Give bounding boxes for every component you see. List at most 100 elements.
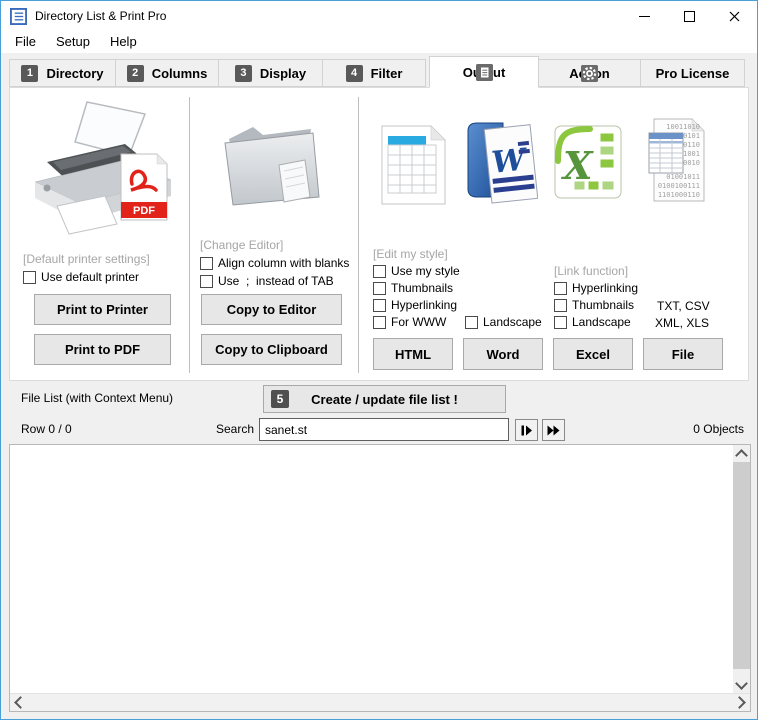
- hyperlinking-checkbox[interactable]: Hyperlinking: [373, 298, 457, 312]
- checkbox-label: Thumbnails: [572, 298, 634, 312]
- step-number-badge: 5: [271, 390, 289, 408]
- checkbox-box[interactable]: [554, 299, 567, 312]
- checkbox-label: Use default printer: [41, 270, 139, 284]
- tab-action[interactable]: Action: [539, 59, 641, 87]
- checkbox-label: Landscape: [572, 315, 631, 329]
- scroll-down-button[interactable]: [733, 677, 750, 694]
- vertical-scrollbar[interactable]: [733, 445, 750, 694]
- print-to-printer-button[interactable]: Print to Printer: [34, 294, 171, 325]
- checkbox-label: Thumbnails: [391, 281, 453, 295]
- checkbox-box[interactable]: [373, 265, 386, 278]
- html-button[interactable]: HTML: [373, 338, 453, 370]
- menu-file[interactable]: File: [5, 31, 46, 53]
- menu-bar: File Setup Help: [1, 31, 757, 53]
- edit-my-style-hint: [Edit my style]: [373, 247, 448, 261]
- checkbox-label: Landscape: [483, 315, 542, 329]
- for-www-checkbox[interactable]: For WWW: [373, 315, 446, 329]
- folder-icon: [213, 111, 331, 215]
- search-all-button[interactable]: [542, 419, 565, 441]
- close-button[interactable]: [712, 1, 757, 31]
- excel-document-icon: X: [550, 121, 626, 203]
- tab-pro-license[interactable]: Pro License: [641, 59, 745, 87]
- scroll-left-button[interactable]: [10, 694, 27, 711]
- checkbox-box[interactable]: [554, 282, 567, 295]
- use-semicolon-checkbox[interactable]: Use ; instead of TAB: [200, 274, 334, 288]
- minimize-icon: [639, 16, 650, 17]
- checkbox-label: Use ; instead of TAB: [218, 274, 334, 288]
- checkbox-box[interactable]: [373, 299, 386, 312]
- horizontal-scrollbar[interactable]: [10, 693, 750, 711]
- chevron-right-icon: [733, 696, 746, 709]
- svg-text:PDF: PDF: [133, 205, 155, 217]
- chevron-up-icon: [735, 449, 748, 462]
- link-hyperlinking-checkbox[interactable]: Hyperlinking: [554, 281, 638, 295]
- checkbox-box[interactable]: [373, 282, 386, 295]
- formats-txt-csv: TXT, CSV: [657, 299, 710, 313]
- tab-display[interactable]: 3 Display: [219, 59, 323, 87]
- link-thumbnails-checkbox[interactable]: Thumbnails: [554, 298, 634, 312]
- tab-output[interactable]: Output: [429, 56, 539, 88]
- tab-columns[interactable]: 2 Columns: [116, 59, 219, 87]
- search-label: Search: [209, 422, 254, 436]
- menu-setup[interactable]: Setup: [46, 31, 100, 53]
- checkbox-box[interactable]: [465, 316, 478, 329]
- table-document-icon: [379, 123, 449, 207]
- svg-text:0100100111: 0100100111: [658, 182, 700, 190]
- window-title: Directory List & Print Pro: [35, 9, 166, 23]
- section-divider: [358, 97, 359, 373]
- checkbox-box[interactable]: [373, 316, 386, 329]
- copy-to-editor-button[interactable]: Copy to Editor: [201, 294, 342, 325]
- maximize-button[interactable]: [667, 1, 712, 31]
- print-to-pdf-button[interactable]: Print to PDF: [34, 334, 171, 365]
- link-function-hint: [Link function]: [554, 264, 628, 278]
- checkbox-label: For WWW: [391, 315, 446, 329]
- use-my-style-checkbox[interactable]: Use my style: [373, 264, 460, 278]
- checkbox-box[interactable]: [200, 275, 213, 288]
- app-list-icon: [10, 8, 27, 25]
- thumbnails-checkbox[interactable]: Thumbnails: [373, 281, 453, 295]
- tab-number-badge: 1: [21, 65, 38, 82]
- svg-text:1101000110: 1101000110: [658, 191, 700, 199]
- checkbox-box[interactable]: [23, 271, 36, 284]
- document-icon: [476, 64, 493, 81]
- vertical-scrollbar-thumb[interactable]: [733, 462, 750, 669]
- tab-filter[interactable]: 4 Filter: [323, 59, 426, 87]
- tab-label: Directory: [46, 66, 103, 81]
- file-list-area[interactable]: [9, 444, 751, 712]
- tab-directory[interactable]: 1 Directory: [9, 59, 116, 87]
- tab-label: Display: [260, 66, 306, 81]
- search-next-button[interactable]: [515, 419, 538, 441]
- tab-bar: 1 Directory 2 Columns 3 Display 4 Filter: [9, 56, 745, 87]
- create-button-label: Create / update file list !: [311, 392, 458, 407]
- checkbox-box[interactable]: [200, 257, 213, 270]
- step-forward-icon: [520, 424, 533, 437]
- word-document-icon: W: [460, 117, 538, 205]
- search-input[interactable]: [259, 418, 509, 441]
- tab-label: Pro License: [656, 66, 730, 81]
- tab-number-badge: 3: [235, 65, 252, 82]
- checkbox-label: Hyperlinking: [572, 281, 638, 295]
- scroll-up-button[interactable]: [733, 445, 750, 462]
- scroll-right-button[interactable]: [733, 694, 750, 711]
- tab-number-badge: 4: [346, 65, 363, 82]
- window-controls: [622, 1, 757, 31]
- chevron-down-icon: [735, 677, 748, 690]
- file-button[interactable]: File: [643, 338, 723, 370]
- fast-forward-icon: [547, 424, 560, 437]
- align-column-checkbox[interactable]: Align column with blanks: [200, 256, 349, 270]
- close-icon: [729, 11, 740, 22]
- create-update-file-list-button[interactable]: 5 Create / update file list !: [263, 385, 506, 413]
- use-default-printer-checkbox[interactable]: Use default printer: [23, 270, 139, 284]
- formats-xml-xls: XML, XLS: [655, 316, 709, 330]
- minimize-button[interactable]: [622, 1, 667, 31]
- menu-help[interactable]: Help: [100, 31, 147, 53]
- word-button[interactable]: Word: [463, 338, 543, 370]
- checkbox-box[interactable]: [554, 316, 567, 329]
- section-divider: [189, 97, 190, 373]
- landscape-html-checkbox[interactable]: Landscape: [465, 315, 542, 329]
- app-window: Directory List & Print Pro File Setup He…: [0, 0, 758, 720]
- row-counter: Row 0 / 0: [21, 422, 72, 436]
- copy-to-clipboard-button[interactable]: Copy to Clipboard: [201, 334, 342, 365]
- excel-button[interactable]: Excel: [553, 338, 633, 370]
- link-landscape-checkbox[interactable]: Landscape: [554, 315, 631, 329]
